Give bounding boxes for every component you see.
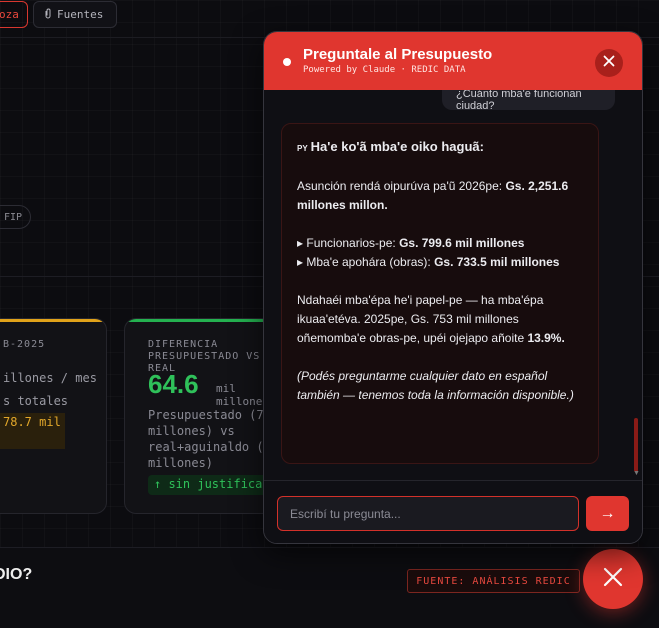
tab-fuentes-label: Fuentes <box>57 8 104 21</box>
send-button[interactable]: → <box>586 496 629 531</box>
bullet-value: Gs. 799.6 mil millones <box>399 236 525 250</box>
card-text-line: illones / mes <box>3 371 97 385</box>
tab-fuentes[interactable]: Fuentes <box>33 1 117 28</box>
bot-paragraph: Ndahaéi mba'épa he'i papel-pe — ha mba'é… <box>297 291 583 348</box>
close-icon <box>602 566 624 593</box>
stat-card-difference: DIFERENCIA PRESUPUESTADO VS REAL 64.6 mi… <box>124 318 274 514</box>
source-badge: FUENTE: ANÁLISIS REDIC <box>407 569 580 593</box>
chat-panel: Preguntale al Presupuesto Powered by Cla… <box>263 31 643 544</box>
scroll-down-icon[interactable]: ▼ <box>633 470 640 477</box>
chat-toggle-button[interactable] <box>583 549 643 609</box>
status-badge: ↑ sin justificar <box>148 475 273 495</box>
bullet-label: ▸ Funcionarios-pe: <box>297 236 400 250</box>
paperclip-icon <box>44 8 52 22</box>
filter-chip[interactable]: FIP <box>0 205 31 229</box>
bot-text: Asunción rendá oipurúva pa'ũ 2026pe: <box>297 179 506 193</box>
card-description: Presupuestado (7... millones) vs real+ag… <box>148 408 274 470</box>
card-accent-line <box>0 319 106 322</box>
bot-text: Ndahaéi mba'épa he'i papel-pe — ha mba'é… <box>297 293 544 345</box>
card-text-line: s totales <box>3 394 69 408</box>
user-message: ¿Cuánto mba'e funcionan ciudad? <box>442 90 615 110</box>
filter-chip-label: FIP <box>3 211 22 223</box>
bot-bullet: ▸ Mba'e apohára (obras): Gs. 733.5 mil m… <box>297 253 583 272</box>
card-accent-line <box>125 319 273 322</box>
chat-messages[interactable]: ¿Cuánto mba'e funcionan ciudad? PY Ha'e k… <box>264 90 642 478</box>
card-warning-value: 78.7 mil <box>0 413 65 449</box>
bot-message: PY Ha'e ko'ã mba'e oiko haguã: Asunción r… <box>281 123 599 464</box>
chat-scrollbar[interactable] <box>634 418 638 472</box>
stat-card-budget: B-2025 illones / mes s totales 78.7 mil <box>0 318 107 514</box>
bot-bullet: ▸ Funcionarios-pe: Gs. 799.6 mil millone… <box>297 234 583 253</box>
chat-input-row: → <box>264 480 642 543</box>
chat-input[interactable] <box>277 496 579 531</box>
bot-heading-text: Ha'e ko'ã mba'e oiko haguã: <box>310 139 484 154</box>
chat-header: Preguntale al Presupuesto Powered by Cla… <box>264 32 642 90</box>
bot-paragraph-italic: (Podés preguntarme cualquier dato en esp… <box>297 369 574 402</box>
close-icon <box>603 54 615 72</box>
bullet-value: Gs. 733.5 mil millones <box>434 255 560 269</box>
chat-subtitle: Powered by Claude · REDIC DATA <box>303 65 466 75</box>
bot-paragraph: Asunción rendá oipurúva pa'ũ 2026pe: Gs.… <box>297 177 583 215</box>
tab-active-label: oza <box>0 8 19 21</box>
tab-active[interactable]: oza <box>0 1 28 28</box>
bot-heading: PY Ha'e ko'ã mba'e oiko haguã: <box>297 137 583 158</box>
status-dot <box>283 58 291 66</box>
card-label: B-2025 <box>3 339 46 350</box>
bot-bold-text: 13.9%. <box>527 331 565 345</box>
bullet-label: ▸ Mba'e apohára (obras): <box>297 255 435 269</box>
chat-close-button[interactable] <box>595 49 623 77</box>
section-title: DIO? <box>0 566 33 583</box>
card-value: 64.6 <box>148 369 199 399</box>
chat-title: Preguntale al Presupuesto <box>303 46 493 63</box>
language-tag: PY <box>297 144 308 153</box>
